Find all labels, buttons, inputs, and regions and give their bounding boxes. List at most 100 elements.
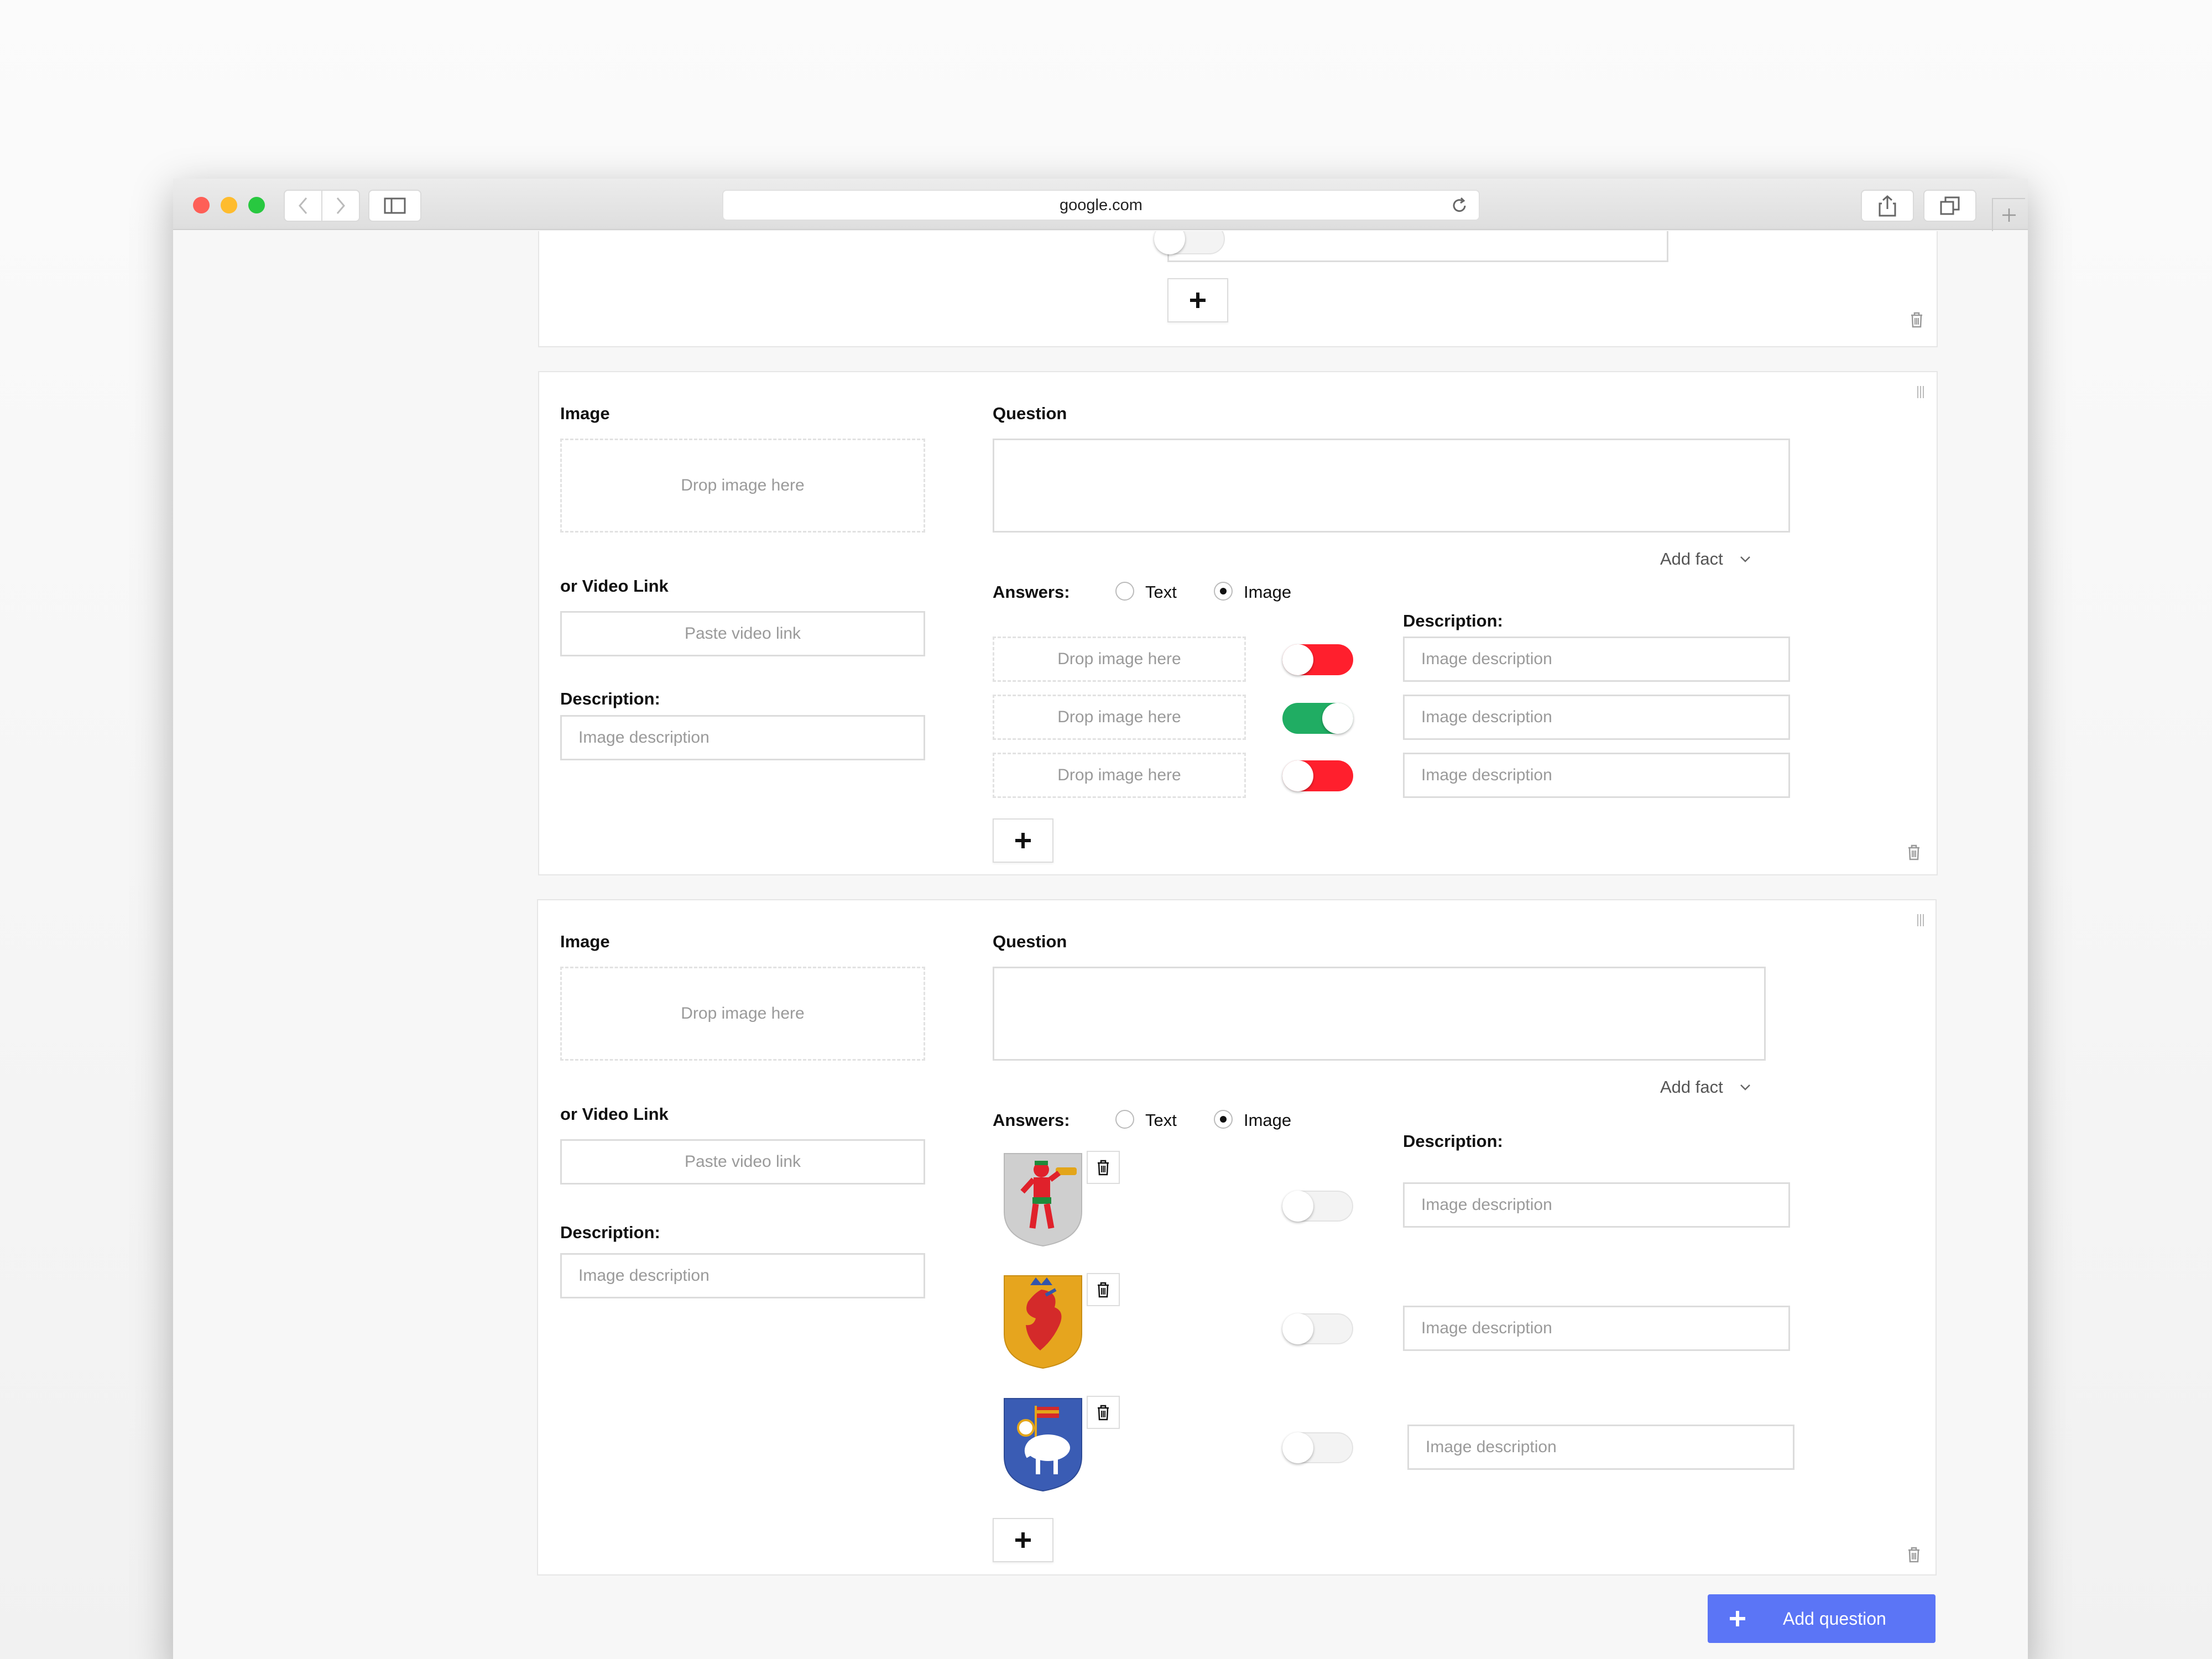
minimize-window-button[interactable]	[221, 197, 237, 213]
description-label: Description:	[560, 1223, 660, 1242]
remove-answer-image-button[interactable]	[1087, 1396, 1120, 1429]
answer-description-input[interactable]: Image description	[1403, 1306, 1790, 1351]
description-label: Description:	[560, 689, 660, 708]
share-icon	[1879, 195, 1896, 217]
video-link-label: or Video Link	[560, 1104, 669, 1124]
question-image-dropzone[interactable]: Drop image here	[560, 967, 925, 1061]
add-fact-label: Add fact	[1660, 549, 1723, 568]
dropzone-label: Drop image here	[1057, 708, 1181, 726]
answer-description-input[interactable]: Image description	[1403, 695, 1790, 740]
answer-type-text-label: Text	[1145, 1110, 1177, 1130]
drag-handle-icon[interactable]	[1915, 385, 1926, 399]
drag-handle-icon[interactable]	[1915, 913, 1926, 927]
answer-description-input[interactable]: Image description	[1403, 1182, 1790, 1228]
video-link-input[interactable]: Paste video link	[560, 611, 925, 656]
description-placeholder: Image description	[1421, 650, 1552, 668]
new-tab-button[interactable]	[1992, 198, 2025, 231]
zoom-window-button[interactable]	[248, 197, 265, 213]
close-window-button[interactable]	[193, 197, 210, 213]
url-text: google.com	[1060, 196, 1142, 214]
add-question-button[interactable]: Add question	[1708, 1594, 1936, 1643]
reload-icon[interactable]	[1450, 196, 1469, 215]
answer-input-previous[interactable]	[1167, 231, 1668, 262]
answer-image-dropzone[interactable]: Drop image here	[993, 695, 1246, 740]
answer-type-text-radio[interactable]	[1115, 582, 1134, 601]
answer-type-image-label: Image	[1244, 582, 1292, 602]
sidebar-toggle-button[interactable]	[368, 190, 421, 222]
add-fact-dropdown[interactable]: Add fact	[1660, 1077, 1751, 1097]
video-link-placeholder: Paste video link	[684, 1152, 801, 1171]
answer-image-thumbnail	[1001, 1273, 1084, 1370]
question-image-dropzone[interactable]: Drop image here	[560, 439, 925, 533]
answer-image-dropzone[interactable]: Drop image here	[993, 637, 1246, 682]
video-link-input[interactable]: Paste video link	[560, 1139, 925, 1185]
description-placeholder: Image description	[1421, 1196, 1552, 1214]
answer-image-dropzone[interactable]: Drop image here	[993, 753, 1246, 798]
question-label: Question	[993, 404, 1067, 423]
answer-description-input[interactable]: Image description	[1403, 753, 1790, 798]
chevron-down-icon	[1740, 1084, 1750, 1091]
coat-of-arms-gold-griffin-image	[1004, 1275, 1082, 1369]
answer-type-image-radio[interactable]	[1214, 1110, 1233, 1129]
answer-correct-toggle[interactable]	[1282, 644, 1353, 675]
add-fact-dropdown[interactable]: Add fact	[1660, 549, 1751, 569]
tabs-overview-button[interactable]	[1923, 190, 1976, 222]
trash-icon[interactable]	[1907, 844, 1921, 860]
answer-correct-toggle[interactable]	[1282, 1313, 1353, 1344]
chevron-down-icon	[1740, 556, 1750, 562]
question-label: Question	[993, 932, 1067, 951]
trash-icon	[1098, 1160, 1109, 1176]
image-description-input[interactable]: Image description	[560, 715, 925, 760]
answer-toggle-previous[interactable]	[1154, 231, 1225, 254]
add-answer-button-previous[interactable]	[1167, 278, 1228, 322]
question-textarea[interactable]	[993, 439, 1790, 533]
answer-type-text-label: Text	[1145, 582, 1177, 602]
sidebar-icon	[384, 197, 406, 214]
dropzone-label: Drop image here	[681, 1004, 805, 1022]
answer-correct-toggle[interactable]	[1282, 1191, 1353, 1222]
back-button[interactable]	[284, 190, 322, 222]
coat-of-arms-blue-ram-image	[1004, 1398, 1082, 1492]
answer-correct-toggle[interactable]	[1282, 703, 1353, 734]
description-placeholder: Image description	[1421, 1319, 1552, 1337]
trash-icon[interactable]	[1907, 1546, 1921, 1563]
plus-icon	[1015, 833, 1031, 848]
page-content: Image Drop image here or Video Link Past…	[173, 231, 2028, 1659]
answer-type-image-label: Image	[1244, 1110, 1292, 1130]
remove-answer-image-button[interactable]	[1087, 1151, 1120, 1184]
answers-description-label: Description:	[1403, 611, 1503, 630]
add-answer-button[interactable]	[993, 1518, 1053, 1562]
forward-button[interactable]	[321, 190, 360, 222]
question-textarea[interactable]	[993, 967, 1766, 1061]
question-card-previous	[538, 231, 1938, 347]
browser-toolbar: google.com	[173, 179, 2028, 231]
plus-icon	[2002, 208, 2016, 222]
question-card: Image Drop image here or Video Link Past…	[537, 899, 1937, 1575]
question-card: Image Drop image here or Video Link Past…	[538, 371, 1938, 875]
answer-type-text-radio[interactable]	[1115, 1110, 1134, 1129]
trash-icon	[1098, 1282, 1109, 1298]
image-description-input[interactable]: Image description	[560, 1253, 925, 1298]
answer-correct-toggle[interactable]	[1282, 1432, 1353, 1463]
answer-description-input[interactable]: Image description	[1403, 637, 1790, 682]
remove-answer-image-button[interactable]	[1087, 1273, 1120, 1306]
answers-description-label: Description:	[1403, 1131, 1503, 1151]
plus-icon	[1015, 1532, 1031, 1548]
coat-of-arms-red-figure-image	[1004, 1153, 1082, 1247]
answer-correct-toggle[interactable]	[1282, 760, 1353, 791]
share-button[interactable]	[1861, 190, 1914, 222]
video-link-label: or Video Link	[560, 576, 669, 596]
plus-icon	[1730, 1611, 1745, 1626]
image-label: Image	[560, 932, 610, 951]
answer-description-input[interactable]: Image description	[1407, 1425, 1794, 1470]
dropzone-label: Drop image here	[1057, 766, 1181, 784]
trash-icon[interactable]	[1910, 311, 1924, 328]
address-bar[interactable]: google.com	[722, 190, 1480, 221]
answer-image-thumbnail	[1001, 1396, 1084, 1493]
answers-label: Answers:	[993, 1110, 1070, 1130]
browser-window: google.com Image Drop image here or Vide…	[173, 179, 2028, 1659]
answer-type-image-radio[interactable]	[1214, 582, 1233, 601]
dropzone-label: Drop image here	[681, 476, 805, 494]
description-placeholder: Image description	[1426, 1438, 1557, 1456]
add-answer-button[interactable]	[993, 818, 1053, 863]
